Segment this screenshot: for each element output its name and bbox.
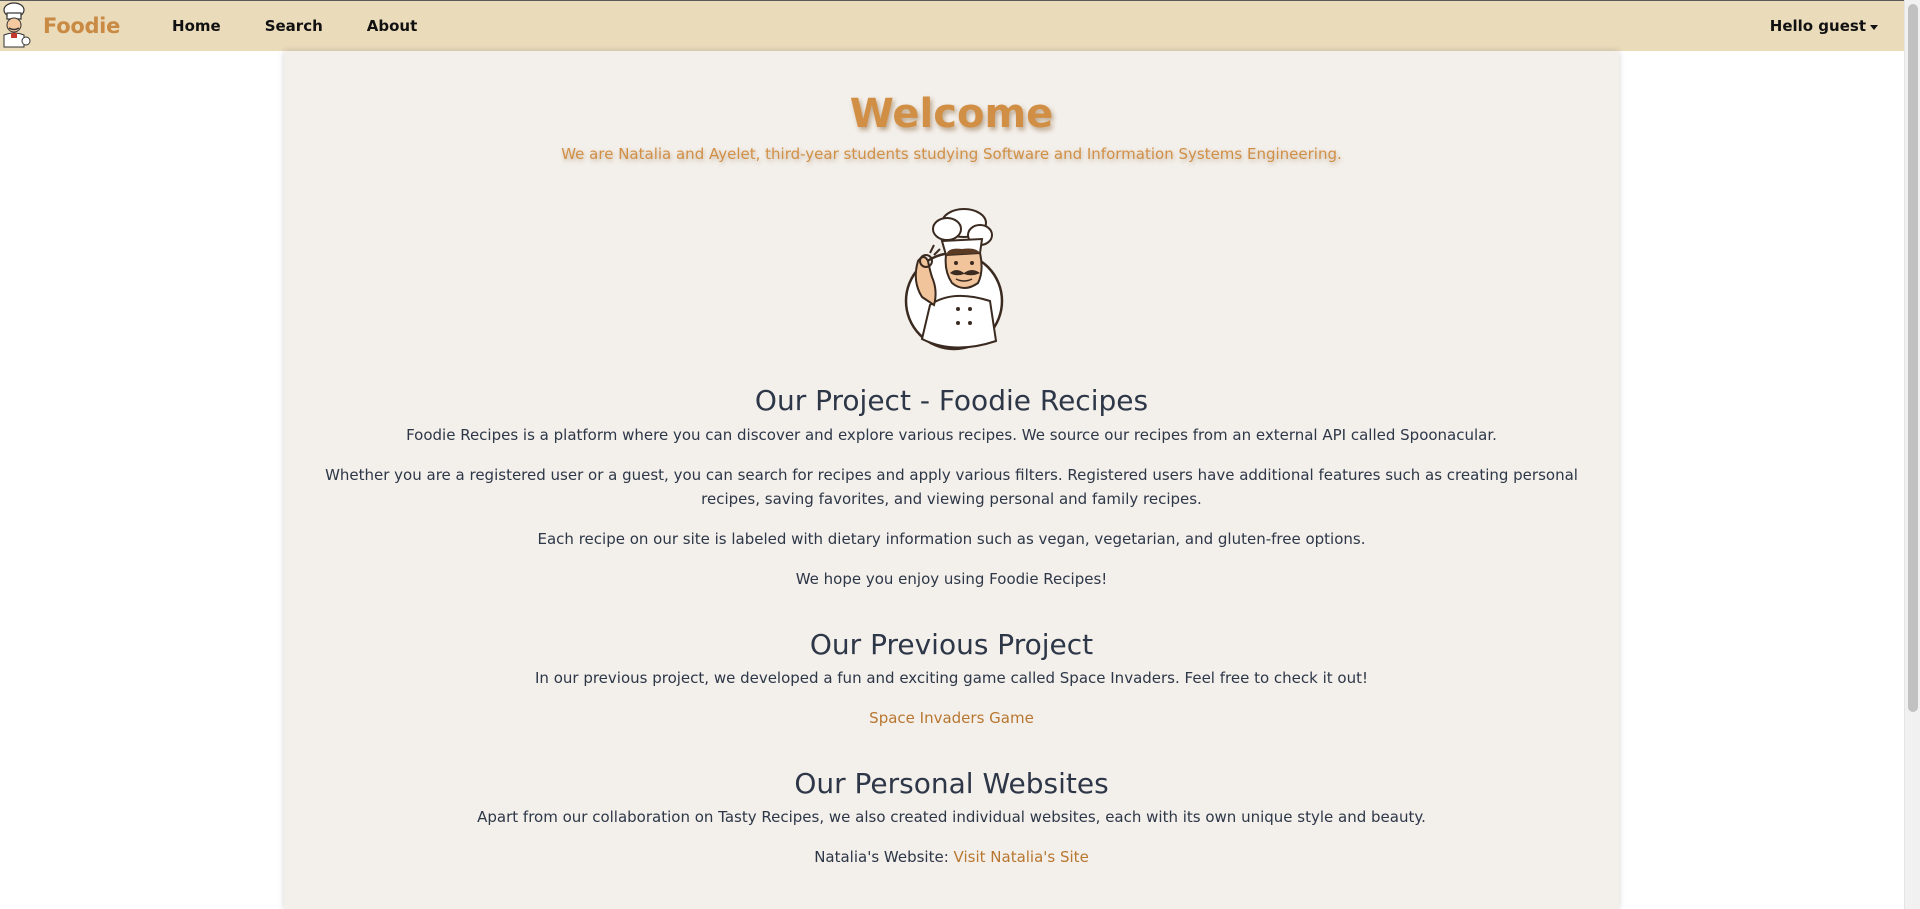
scrollbar-thumb[interactable] (1908, 4, 1918, 712)
personal-websites-text: Apart from our collaboration on Tasty Re… (477, 808, 1426, 826)
nav-links: Home Search About (150, 1, 439, 52)
nav-about[interactable]: About (345, 1, 440, 52)
user-greeting: Hello guest (1769, 17, 1866, 35)
natalia-website-label: Natalia's Website: (814, 848, 949, 866)
previous-project-heading: Our Previous Project (809, 628, 1094, 661)
nav-home[interactable]: Home (150, 1, 243, 52)
personal-websites-heading: Our Personal Websites (794, 767, 1109, 800)
project-paragraph: Whether you are a registered user or a g… (325, 466, 1578, 508)
about-panel: Welcome We are Natalia and Ayelet, third… (284, 51, 1619, 909)
navbar: Foodie Home Search About Hello guest (0, 0, 1904, 51)
chef-logo-icon (3, 2, 31, 48)
nav-search[interactable]: Search (243, 1, 345, 52)
page-subtitle: We are Natalia and Ayelet, third-year st… (561, 145, 1342, 163)
project-paragraph: Each recipe on our site is labeled with … (537, 530, 1366, 548)
vertical-scrollbar[interactable] (1904, 0, 1920, 909)
project-paragraph: Foodie Recipes is a platform where you c… (406, 426, 1497, 444)
project-paragraph: We hope you enjoy using Foodie Recipes! (795, 570, 1108, 588)
user-menu-dropdown[interactable]: Hello guest (1770, 1, 1878, 52)
page-title: Welcome (849, 91, 1054, 137)
brand-name: Foodie (43, 14, 121, 38)
project-heading: Our Project - Foodie Recipes (754, 384, 1149, 417)
natalia-website-row: Natalia's Website: Visit Natalia's Site (284, 845, 1619, 869)
space-invaders-link[interactable]: Space Invaders Game (869, 709, 1034, 727)
caret-down-icon (1870, 24, 1878, 30)
natalia-site-link[interactable]: Visit Natalia's Site (954, 848, 1089, 866)
brand-link[interactable]: Foodie (0, 1, 120, 51)
previous-project-text: In our previous project, we developed a … (535, 669, 1368, 687)
chef-illustration (904, 208, 1003, 351)
